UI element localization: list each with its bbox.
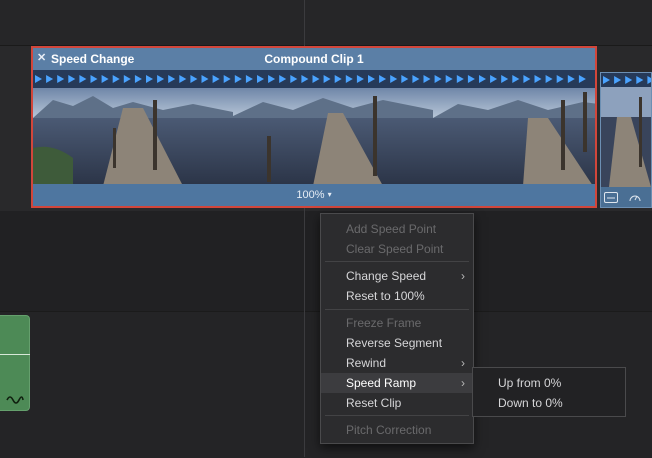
menu-item-label: Reset to 100% — [346, 289, 425, 303]
menu-separator — [325, 309, 469, 310]
clip-header: ✕ Speed Change Compound Clip 1 — [33, 48, 595, 70]
submenu-arrow-icon: › — [461, 269, 465, 283]
waveform-curve-icon[interactable] — [6, 393, 24, 409]
speed-value: 100% — [296, 189, 325, 201]
filmstrip-icon[interactable] — [604, 192, 618, 206]
menu-item-label: Freeze Frame — [346, 316, 422, 330]
menu-item-label: Reverse Segment — [346, 336, 443, 350]
submenu-arrow-icon: › — [461, 356, 465, 370]
clip-name: Compound Clip 1 — [264, 52, 364, 66]
menu-item-label: Clear Speed Point — [346, 242, 444, 256]
menu-item-speed-ramp[interactable]: Speed Ramp › — [321, 373, 473, 393]
submenu-item-down-to-0[interactable]: Down to 0% — [473, 393, 625, 413]
speed-arrow-row — [33, 70, 595, 88]
speed-direction-arrows-icon — [603, 76, 651, 84]
menu-item-label: Reset Clip — [346, 396, 402, 410]
menu-item-label: Change Speed — [346, 269, 427, 283]
speed-dropdown-caret-icon[interactable]: ▾ — [328, 190, 332, 199]
menu-item-reverse-segment[interactable]: Reverse Segment — [321, 333, 473, 353]
menu-item-freeze-frame: Freeze Frame — [321, 313, 473, 333]
menu-item-rewind[interactable]: Rewind › — [321, 353, 473, 373]
menu-item-label: Pitch Correction — [346, 423, 432, 437]
menu-item-clear-speed-point: Clear Speed Point — [321, 239, 473, 259]
clip-context-menu: Add Speed Point Clear Speed Point Change… — [320, 213, 474, 444]
menu-item-label: Speed Ramp — [346, 376, 417, 390]
menu-item-label: Add Speed Point — [346, 222, 437, 236]
clip-speed-footer[interactable]: 100% ▾ — [33, 184, 595, 206]
clip-thumbnail — [33, 88, 233, 186]
submenu-item-label: Up from 0% — [498, 376, 562, 390]
menu-item-change-speed[interactable]: Change Speed › — [321, 266, 473, 286]
clip-status-icons — [604, 192, 649, 206]
clip-thumbnail — [233, 88, 433, 186]
speed-ramp-submenu: Up from 0% Down to 0% — [472, 367, 626, 417]
submenu-item-label: Down to 0% — [498, 396, 563, 410]
menu-item-label: Rewind — [346, 356, 387, 370]
menu-item-add-speed-point: Add Speed Point — [321, 219, 473, 239]
speed-direction-arrows-icon — [35, 75, 586, 83]
compound-clip[interactable]: ✕ Speed Change Compound Clip 1 100% ▾ — [31, 46, 597, 208]
audio-clip[interactable] — [0, 315, 30, 411]
clip-thumbnail — [601, 87, 651, 187]
menu-separator — [325, 415, 469, 416]
submenu-arrow-icon: › — [461, 376, 465, 390]
speedometer-icon[interactable] — [629, 192, 641, 206]
speed-arrow-row — [601, 73, 651, 87]
clip-thumbnails — [33, 88, 595, 186]
clip-thumbnail — [433, 88, 595, 186]
menu-item-reset-to-100[interactable]: Reset to 100% — [321, 286, 473, 306]
audio-level-line[interactable] — [0, 354, 30, 355]
menu-separator — [325, 261, 469, 262]
timeline-ruler-area — [0, 0, 652, 45]
next-clip[interactable] — [600, 72, 652, 208]
submenu-item-up-from-0[interactable]: Up from 0% — [473, 373, 625, 393]
menu-item-reset-clip[interactable]: Reset Clip — [321, 393, 473, 413]
speed-readout[interactable]: 100% ▾ — [33, 189, 595, 201]
menu-item-pitch-correction: Pitch Correction — [321, 420, 473, 440]
